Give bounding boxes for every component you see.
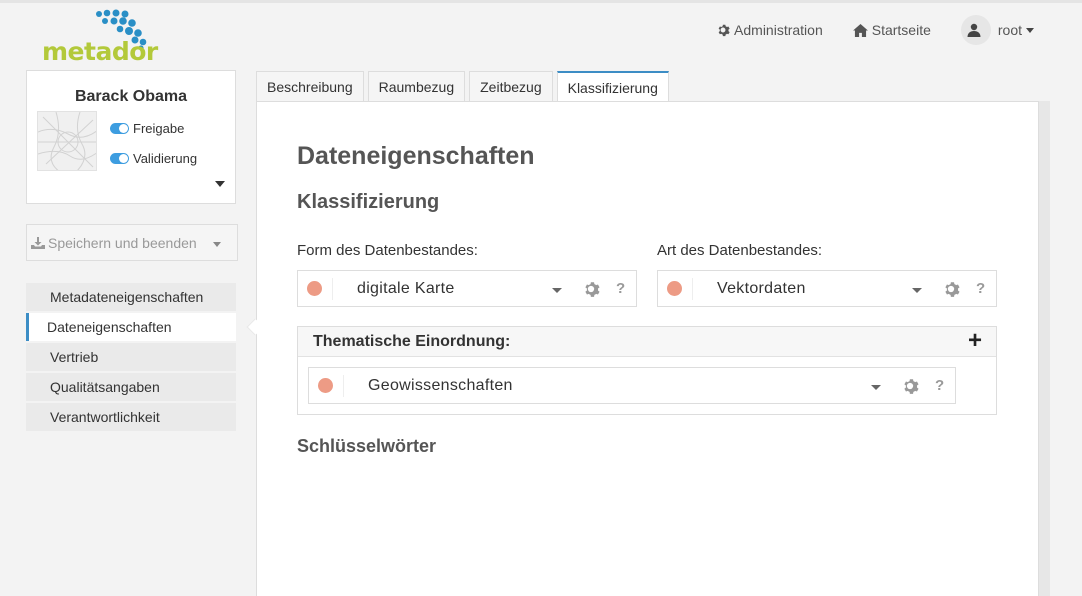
add-icon[interactable]: + — [968, 328, 982, 353]
profile-card: Barack Obama Freigabe Validierung — [26, 70, 236, 204]
thematic-select[interactable]: Geowissenschaften ? — [308, 367, 956, 404]
keywords-title: Schlüsselwörter — [297, 436, 437, 456]
chevron-down-icon — [1026, 27, 1034, 33]
tab-beschreibung[interactable]: Beschreibung — [256, 71, 364, 102]
sidebar-navigation: Metadateneigenschaften Dateneigenschafte… — [26, 283, 236, 433]
profile-name: Barack Obama — [74, 88, 188, 105]
tab-raumbezug[interactable]: Raumbezug — [367, 71, 466, 102]
tab-klassifizierung[interactable]: Klassifizierung — [556, 71, 669, 103]
user-menu[interactable]: root — [960, 15, 1034, 45]
chevron-down-icon[interactable] — [912, 288, 922, 293]
sidebar-item-qualitaetsangaben[interactable]: Qualitätsangaben — [26, 373, 236, 401]
freigabe-toggle[interactable] — [110, 123, 129, 134]
gear-icon — [718, 24, 730, 37]
form-field-label: Form des Datenbestandes: — [297, 242, 478, 259]
chevron-down-icon[interactable] — [213, 242, 221, 247]
art-select[interactable]: Vektordaten ? — [657, 270, 997, 307]
help-icon[interactable]: ? — [616, 280, 626, 297]
validierung-toggle[interactable] — [110, 153, 129, 164]
art-select-value: Vektordaten — [717, 279, 806, 297]
avatar — [960, 15, 991, 45]
help-icon[interactable]: ? — [935, 377, 945, 394]
logo-text: metador — [42, 37, 158, 66]
profile-expand-icon[interactable] — [215, 181, 225, 187]
thematic-classification-box: Thematische Einordnung: + Geowissenschaf… — [297, 326, 997, 415]
sidebar-item-metadateneigenschaften[interactable]: Metadateneigenschaften — [26, 283, 236, 311]
freigabe-toggle-row[interactable]: Freigabe — [110, 121, 184, 136]
divider — [332, 277, 333, 300]
status-dot — [318, 378, 333, 393]
home-link[interactable]: Startseite — [852, 22, 931, 38]
home-label: Startseite — [871, 22, 931, 38]
gear-icon[interactable] — [942, 280, 960, 298]
validierung-label: Validierung — [133, 151, 198, 166]
tab-bar: Beschreibung Raumbezug Zeitbezug Klassif… — [256, 71, 673, 103]
gear-icon[interactable] — [901, 377, 919, 395]
page-title: Dateneigenschaften — [297, 142, 535, 170]
section-title: Klassifizierung — [297, 191, 440, 213]
top-navigation: Administration Startseite root — [686, 15, 1034, 45]
save-and-close-label: Speichern und beenden — [48, 234, 197, 251]
thematic-select-value: Geowissenschaften — [368, 376, 513, 394]
administration-label: Administration — [734, 22, 823, 38]
user-icon — [967, 23, 981, 37]
thematic-header: Thematische Einordnung: + — [298, 327, 996, 357]
administration-link[interactable]: Administration — [716, 22, 823, 38]
form-select[interactable]: digitale Karte ? — [297, 270, 637, 307]
help-icon[interactable]: ? — [976, 280, 986, 297]
save-and-close-button[interactable]: Speichern und beenden — [26, 224, 238, 261]
metador-logo[interactable]: metador — [42, 9, 172, 69]
sidebar-item-dateneigenschaften[interactable]: Dateneigenschaften — [26, 313, 236, 341]
status-dot — [667, 281, 682, 296]
download-icon — [31, 236, 45, 249]
main-panel: Dateneigenschaften Klassifizierung Form … — [256, 101, 1039, 596]
scrollbar[interactable] — [1039, 101, 1050, 596]
form-select-value: digitale Karte — [357, 279, 455, 297]
user-label: root — [997, 22, 1022, 38]
divider — [692, 277, 693, 300]
chevron-down-icon[interactable] — [871, 385, 881, 390]
gear-icon[interactable] — [582, 280, 600, 298]
tab-zeitbezug[interactable]: Zeitbezug — [469, 71, 553, 102]
map-thumbnail — [37, 111, 97, 171]
validierung-toggle-row[interactable]: Validierung — [110, 151, 197, 166]
sidebar-item-verantwortlichkeit[interactable]: Verantwortlichkeit — [26, 403, 236, 431]
sidebar-item-vertrieb[interactable]: Vertrieb — [26, 343, 236, 371]
divider — [343, 374, 344, 397]
art-field-label: Art des Datenbestandes: — [657, 242, 823, 259]
status-dot — [307, 281, 322, 296]
chevron-down-icon[interactable] — [552, 288, 562, 293]
home-icon — [852, 23, 868, 37]
map-thumbnail-icon — [38, 112, 96, 170]
thematic-title: Thematische Einordnung: — [313, 332, 511, 350]
freigabe-label: Freigabe — [133, 121, 185, 136]
